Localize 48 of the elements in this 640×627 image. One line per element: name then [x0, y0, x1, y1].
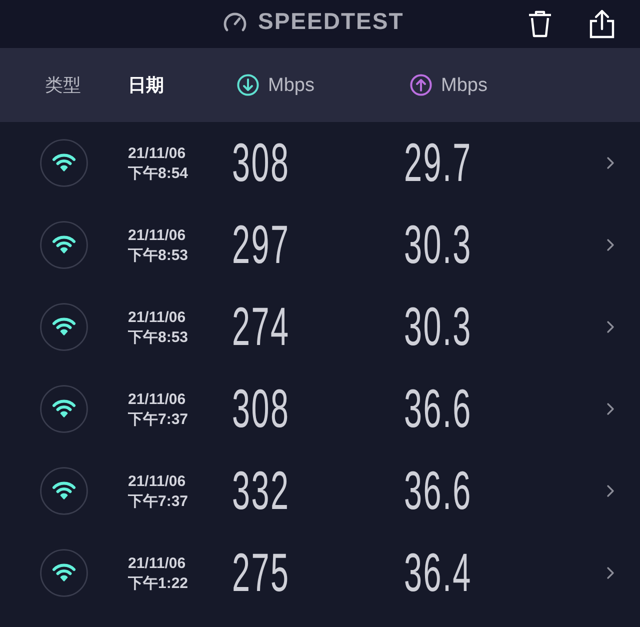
- chevron-right-icon: [607, 239, 614, 251]
- upload-speed: 30.3: [404, 218, 472, 272]
- chevron-right-icon: [607, 157, 614, 169]
- time-text: 下午7:37: [128, 410, 188, 428]
- wifi-icon: [40, 139, 88, 187]
- gauge-icon: [222, 10, 248, 32]
- wifi-icon: [40, 467, 88, 515]
- trash-icon: [527, 10, 553, 38]
- download-speed: 308: [232, 382, 290, 436]
- download-speed: 275: [232, 546, 290, 600]
- date-text: 21/11/06: [128, 308, 186, 326]
- chevron-right-icon: [607, 567, 614, 579]
- share-button[interactable]: [589, 9, 615, 39]
- wifi-icon: [40, 385, 88, 433]
- upload-icon: [410, 74, 432, 96]
- download-speed: 274: [232, 300, 290, 354]
- upload-speed: 30.3: [404, 300, 472, 354]
- time-text: 下午8:54: [128, 164, 188, 182]
- date-text: 21/11/06: [128, 390, 186, 408]
- sort-tab[interactable]: 类型: [45, 76, 81, 94]
- download-speed: 332: [232, 464, 290, 518]
- wifi-icon: [40, 221, 88, 269]
- upload-speed: 36.6: [404, 464, 472, 518]
- wifi-icon: [40, 303, 88, 351]
- time-text: 下午8:53: [128, 328, 188, 346]
- date-text: 21/11/06: [128, 144, 186, 162]
- upload-speed: 36.6: [404, 382, 472, 436]
- download-speed: 308: [232, 136, 290, 190]
- date-text: 21/11/06: [128, 226, 186, 244]
- sort-tab[interactable]: Mbps: [441, 76, 488, 94]
- upload-speed: 36.4: [404, 546, 472, 600]
- wifi-icon: [40, 549, 88, 597]
- date-text: 21/11/06: [128, 554, 186, 572]
- time-text: 下午7:37: [128, 492, 188, 510]
- chevron-right-icon: [607, 321, 614, 333]
- time-text: 下午1:22: [128, 574, 188, 592]
- share-icon: [589, 9, 615, 39]
- sort-tab[interactable]: Mbps: [268, 76, 314, 94]
- download-icon: [237, 74, 259, 96]
- sort-tab[interactable]: 日期: [128, 76, 164, 94]
- chevron-right-icon: [607, 485, 614, 497]
- delete-button[interactable]: [527, 10, 553, 38]
- upload-speed: 29.7: [404, 136, 472, 190]
- date-text: 21/11/06: [128, 472, 186, 490]
- chevron-right-icon: [607, 403, 614, 415]
- app-title: SPEEDTEST: [258, 10, 404, 33]
- time-text: 下午8:53: [128, 246, 188, 264]
- download-speed: 297: [232, 218, 290, 272]
